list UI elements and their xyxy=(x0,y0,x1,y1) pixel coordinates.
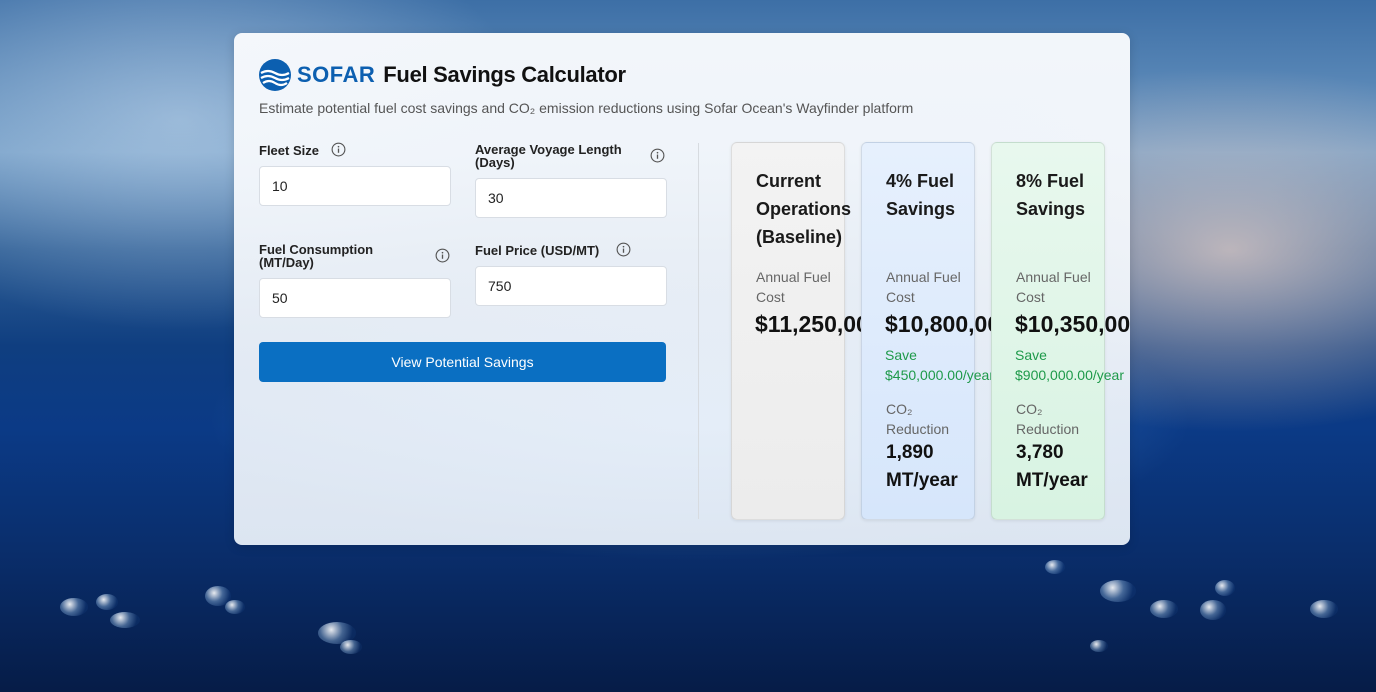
four-percent-cost-value: $10,800,000.00 xyxy=(885,311,991,337)
four-percent-cost-label: Annual Fuel Cost xyxy=(886,269,961,305)
page-subtitle: Estimate potential fuel cost savings and… xyxy=(259,100,914,116)
fleet-size-input[interactable] xyxy=(259,166,451,206)
eight-percent-co2-label: CO₂ Reduction xyxy=(1016,401,1080,437)
four-percent-co2-label: CO₂ Reduction xyxy=(886,401,950,437)
four-percent-cost-clip: $10,800,000.00 xyxy=(885,307,991,343)
fuel-price-input[interactable] xyxy=(475,266,667,306)
info-icon[interactable] xyxy=(650,148,665,163)
header: SOFAR Fuel Savings Calculator xyxy=(259,59,626,91)
eight-percent-co2-value: 3,780 MT/year xyxy=(1016,442,1088,491)
voyage-length-label: Average Voyage Length (Days) xyxy=(475,142,622,170)
sofar-logo-icon xyxy=(259,59,291,91)
baseline-cost-label: Annual Fuel Cost xyxy=(756,269,831,305)
four-percent-save-clip: Save $450,000.00/year xyxy=(885,345,991,385)
baseline-cost-clip: $11,250,000.00 xyxy=(755,307,861,343)
voyage-length-input[interactable] xyxy=(475,178,667,218)
fleet-size-label: Fleet Size xyxy=(259,143,319,158)
info-icon[interactable] xyxy=(616,242,631,257)
page-title: Fuel Savings Calculator xyxy=(383,62,626,87)
fuel-consumption-input[interactable] xyxy=(259,278,451,318)
info-icon[interactable] xyxy=(331,142,346,157)
eight-percent-title: 8% Fuel Savings xyxy=(1016,171,1086,219)
eight-percent-cost-value: $10,350,000.00 xyxy=(1015,311,1130,337)
four-percent-save-text: Save $450,000.00/year xyxy=(885,347,991,383)
divider xyxy=(698,143,699,519)
fuel-price-label: Fuel Price (USD/MT) xyxy=(475,243,600,258)
info-icon[interactable] xyxy=(435,248,450,263)
logo-text: SOFAR xyxy=(297,62,376,87)
calculator-panel: SOFAR Fuel Savings Calculator Estimate p… xyxy=(234,33,1130,545)
eight-percent-cost-label: Annual Fuel Cost xyxy=(1016,269,1091,305)
four-percent-title: 4% Fuel Savings xyxy=(886,171,956,219)
four-percent-co2-value: 1,890 MT/year xyxy=(886,442,958,491)
baseline-cost-value: $11,250,000.00 xyxy=(755,311,861,337)
baseline-title: Current Operations (Baseline) xyxy=(756,171,852,247)
view-potential-savings-button[interactable]: View Potential Savings xyxy=(259,342,666,382)
eight-percent-save-text: Save $900,000.00/year xyxy=(1015,347,1124,383)
fuel-consumption-label: Fuel Consumption (MT/Day) xyxy=(259,242,374,270)
